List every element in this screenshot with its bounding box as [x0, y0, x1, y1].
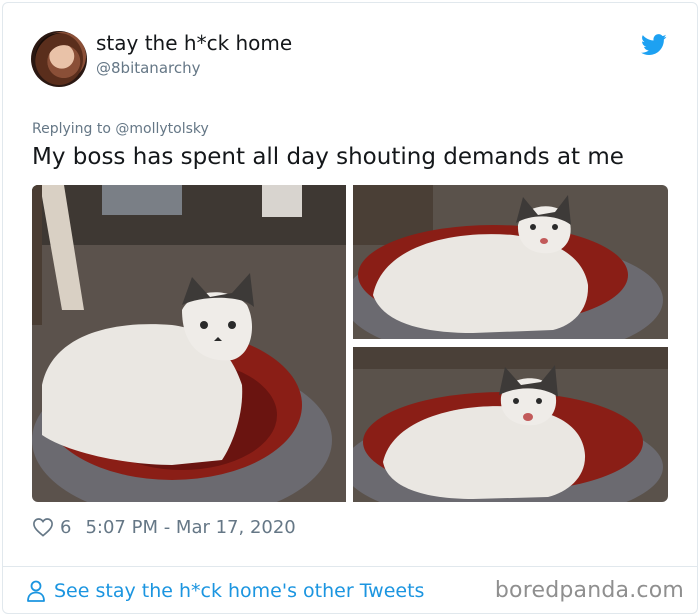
tweet-text: My boss has spent all day shouting deman… — [32, 144, 624, 170]
like-count: 6 — [60, 516, 72, 538]
avatar[interactable] — [31, 31, 87, 87]
tweet-meta: 6 5:07 PM - Mar 17, 2020 — [32, 515, 296, 539]
see-other-tweets-link[interactable]: See stay the h*ck home's other Tweets — [26, 577, 424, 605]
twitter-bird-icon[interactable] — [641, 34, 667, 56]
tweet-photo-2[interactable] — [353, 185, 668, 339]
tweet-photo-1[interactable] — [32, 185, 346, 502]
handle[interactable]: @8bitanarchy — [96, 59, 200, 77]
timestamp[interactable]: 5:07 PM - Mar 17, 2020 — [85, 517, 295, 538]
tweet-photo-3[interactable] — [353, 347, 668, 502]
display-name[interactable]: stay the h*ck home — [96, 31, 292, 55]
watermark: boredpanda.com — [494, 578, 684, 603]
heart-icon[interactable] — [32, 517, 54, 537]
divider — [2, 566, 698, 567]
see-other-tweets-label: See stay the h*ck home's other Tweets — [54, 580, 425, 602]
replying-to[interactable]: Replying to @mollytolsky — [32, 121, 209, 137]
person-icon — [27, 580, 45, 602]
